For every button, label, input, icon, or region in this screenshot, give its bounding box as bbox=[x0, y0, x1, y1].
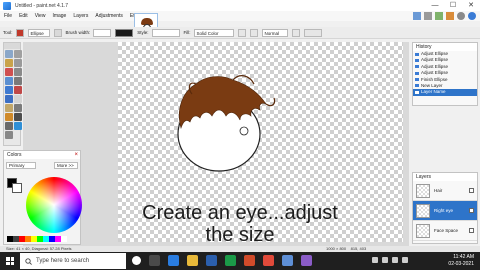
layer-thumbnail bbox=[416, 223, 430, 238]
start-button[interactable] bbox=[6, 257, 14, 265]
windows-logo-icon bbox=[6, 261, 10, 265]
palette-swatch[interactable] bbox=[61, 236, 67, 242]
windows-taskbar: Type here to search 11:42 AM 02-03-2021 bbox=[0, 252, 480, 270]
battery-icon[interactable] bbox=[392, 257, 398, 263]
clock[interactable]: 11:42 AM 02-03-2021 bbox=[448, 254, 474, 268]
color-wheel[interactable] bbox=[26, 177, 82, 233]
layer-visibility-checkbox[interactable] bbox=[469, 228, 474, 233]
word-icon[interactable] bbox=[206, 255, 217, 266]
pinned-apps bbox=[132, 255, 312, 266]
clock-time: 11:42 AM bbox=[453, 254, 474, 260]
layer-visibility-checkbox[interactable] bbox=[469, 208, 474, 213]
image-dimensions: 1000 × 800 bbox=[326, 246, 347, 251]
app-icon[interactable] bbox=[301, 255, 312, 266]
layer-name: Right eye bbox=[434, 208, 454, 213]
chrome-icon[interactable] bbox=[263, 255, 274, 266]
task-view-icon[interactable] bbox=[149, 255, 160, 266]
layer-name: Face Space bbox=[434, 228, 459, 233]
layer-visibility-checkbox[interactable] bbox=[469, 188, 474, 193]
paint-net-taskbar-icon[interactable] bbox=[282, 255, 293, 266]
selection-size-text: Size: 41 × 40, Diagonal: 57.28 Pixels bbox=[6, 246, 72, 251]
layers-panel-title: Layers bbox=[413, 173, 477, 181]
layer-thumbnail bbox=[416, 203, 430, 218]
layer-item[interactable]: Hair bbox=[413, 181, 477, 201]
cortana-icon[interactable] bbox=[132, 256, 141, 265]
excel-icon[interactable] bbox=[225, 255, 236, 266]
powerpoint-icon[interactable] bbox=[244, 255, 255, 266]
search-placeholder: Type here to search bbox=[36, 258, 90, 264]
layer-name: Hair bbox=[434, 188, 443, 193]
taskbar-search-box[interactable]: Type here to search bbox=[20, 253, 126, 269]
eye-shape[interactable] bbox=[239, 126, 249, 136]
layers-panel: Layers Hair Right eye Face Space bbox=[412, 172, 478, 244]
colors-controls: Primary More >> bbox=[4, 159, 80, 169]
layer-thumbnail bbox=[416, 183, 430, 198]
color-palette bbox=[7, 236, 67, 242]
colors-close-icon[interactable]: × bbox=[74, 151, 78, 159]
history-panel-title: History bbox=[413, 43, 477, 51]
file-explorer-icon[interactable] bbox=[187, 255, 198, 266]
layer-item-selected[interactable]: Right eye bbox=[413, 201, 477, 221]
language-icon[interactable] bbox=[402, 257, 408, 263]
video-caption: Create an eye...adjust the size bbox=[100, 202, 380, 246]
clock-date: 02-03-2021 bbox=[448, 261, 474, 267]
color-mode-select[interactable]: Primary bbox=[6, 162, 36, 169]
cursor-position: 815, 403 bbox=[350, 246, 367, 251]
history-panel: History Adjust Ellipse Adjust Ellipse Ad… bbox=[412, 42, 478, 106]
more-colors-button[interactable]: More >> bbox=[54, 162, 78, 169]
paint-net-window: Untitled - paint.net 4.1.7 — ☐ ✕ File Ed… bbox=[0, 0, 480, 252]
secondary-color-swatch[interactable] bbox=[12, 183, 22, 193]
colors-panel-title: Colors bbox=[4, 151, 80, 159]
history-item-selected[interactable]: Layer Name bbox=[413, 89, 477, 96]
caption-line-1: Create an eye...adjust bbox=[142, 202, 338, 224]
volume-icon[interactable] bbox=[382, 257, 388, 263]
caption-line-2: the size bbox=[205, 224, 275, 246]
system-tray bbox=[372, 257, 408, 263]
network-icon[interactable] bbox=[372, 257, 378, 263]
windows-logo-icon bbox=[10, 261, 14, 265]
windows-logo-icon bbox=[10, 257, 14, 261]
search-icon bbox=[25, 257, 32, 265]
edge-icon[interactable] bbox=[168, 255, 179, 266]
windows-logo-icon bbox=[6, 257, 10, 261]
colors-panel: Colors × Primary More >> bbox=[3, 150, 82, 245]
layer-item[interactable]: Face Space bbox=[413, 221, 477, 241]
